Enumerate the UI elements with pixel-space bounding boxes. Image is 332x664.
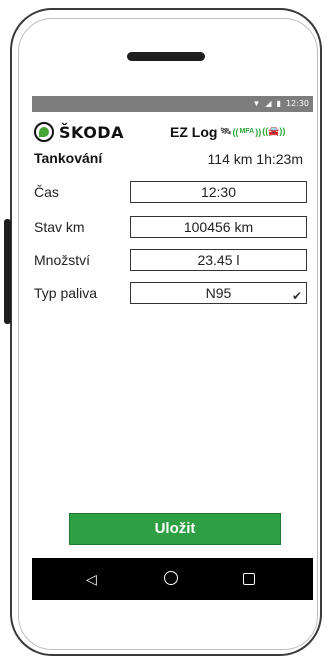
- trip-info: 114 km 1h:23m: [207, 151, 303, 167]
- back-icon[interactable]: ◁: [86, 571, 97, 587]
- app-header: ŠKODA EZ Log 🛰 (( MFA )) ((🚘)): [32, 120, 313, 144]
- time-field[interactable]: 12:30: [130, 181, 307, 203]
- connection-indicators: 🛰 (( MFA )) ((🚘)): [220, 126, 285, 137]
- odometer-row: Stav km 100456 km: [32, 216, 313, 238]
- fuel-type-value: N95: [205, 285, 232, 301]
- satellite-icon: 🛰: [220, 126, 232, 136]
- status-time: 12:30: [285, 99, 309, 108]
- battery-icon: ▮: [276, 99, 281, 108]
- signal-icon: ◢: [265, 99, 272, 108]
- page-title: Tankování: [34, 150, 103, 166]
- signal-waves-left-icon: ((: [232, 126, 239, 137]
- recent-apps-icon[interactable]: [243, 573, 255, 585]
- odometer-field[interactable]: 100456 km: [130, 216, 307, 238]
- side-button: [4, 219, 11, 324]
- wifi-icon: ▼: [252, 99, 261, 108]
- app-screen: ▼ ◢ ▮ 12:30 ŠKODA EZ Log 🛰 (( MFA )) ((🚘…: [32, 96, 313, 600]
- android-nav-bar: ◁: [32, 558, 313, 600]
- signal-waves-right-icon: )): [255, 126, 262, 137]
- fuel-type-label: Typ paliva: [34, 285, 98, 301]
- fuel-type-row: Typ paliva N95 ✔: [32, 282, 313, 304]
- save-button[interactable]: Uložit: [69, 513, 281, 545]
- home-icon[interactable]: [164, 571, 178, 585]
- earpiece-speaker: [127, 52, 205, 61]
- time-label: Čas: [34, 184, 59, 200]
- chevron-down-icon: ✔: [291, 289, 302, 303]
- status-bar: ▼ ◢ ▮ 12:30: [32, 96, 313, 112]
- time-row: Čas 12:30: [32, 181, 313, 203]
- brand-name: ŠKODA: [59, 123, 124, 142]
- mfa-badge: MFA: [239, 128, 255, 135]
- car-connection-icon: ((🚘)): [262, 126, 286, 136]
- app-name: EZ Log: [170, 124, 218, 140]
- amount-label: Množství: [34, 252, 91, 268]
- fuel-type-select[interactable]: N95 ✔: [130, 282, 307, 304]
- amount-field[interactable]: 23.45 l: [130, 249, 307, 271]
- amount-row: Množství 23.45 l: [32, 249, 313, 271]
- odometer-label: Stav km: [34, 219, 85, 235]
- trip-row: Tankování 114 km 1h:23m: [32, 148, 313, 168]
- skoda-logo-icon: [34, 122, 54, 142]
